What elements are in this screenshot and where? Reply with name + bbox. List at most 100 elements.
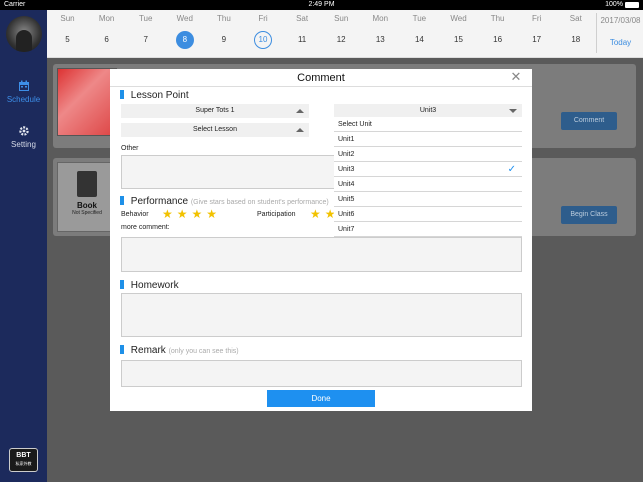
day-number: 14	[414, 35, 424, 44]
calendar-day[interactable]: Sat 18	[556, 10, 595, 49]
section-title: Homework	[130, 280, 179, 291]
calendar-day[interactable]: Tue 14	[400, 10, 439, 49]
logo-subtext: 私家外教	[15, 461, 32, 466]
day-of-week-label: Sat	[296, 14, 309, 23]
chevron-down-icon	[509, 109, 517, 113]
sidebar-item-label: Setting	[11, 140, 36, 149]
today-button[interactable]: Today	[598, 38, 643, 47]
begin-class-button[interactable]: Begin Class	[561, 206, 617, 224]
day-number: 16	[493, 35, 503, 44]
star-icon[interactable]: ★	[310, 208, 321, 220]
unit-option-label: Unit3	[338, 166, 355, 173]
calendar-divider	[596, 13, 597, 53]
clock-label: 2:49 PM	[308, 1, 335, 8]
lesson-select[interactable]: Select Lesson	[121, 123, 309, 137]
calendar-day[interactable]: Thu 16	[478, 10, 517, 49]
sidebar-item-schedule[interactable]: Schedule	[0, 80, 47, 104]
book-icon	[77, 171, 97, 197]
day-number: 15	[454, 35, 463, 44]
calendar-day[interactable]: Wed 15	[439, 10, 478, 49]
unit-dropdown-list: Select Unit Unit1 Unit2 Unit3 ✓ Unit4 Unit5 Uni…	[334, 117, 522, 237]
day-of-week-label: Sat	[569, 14, 582, 23]
sidebar: Schedule Setting BBT 私家外教	[0, 10, 47, 482]
unit-option[interactable]: Unit4	[334, 177, 522, 192]
remark-heading: Remark (only you can see this)	[120, 345, 239, 356]
calendar-day[interactable]: Tue 7	[126, 10, 165, 49]
unit-option-label: Unit6	[338, 211, 355, 218]
star-icon[interactable]: ★	[206, 208, 217, 220]
course-select[interactable]: Super Tots 1	[121, 104, 309, 118]
day-number: 6	[104, 35, 109, 44]
star-icon[interactable]: ★	[162, 208, 173, 220]
unit-option[interactable]: Select Unit	[334, 117, 522, 132]
more-comment-textarea[interactable]	[121, 237, 522, 272]
unit-option[interactable]: Unit1	[334, 132, 522, 147]
day-number: 12	[336, 35, 346, 44]
battery-icon	[625, 1, 639, 8]
homework-heading: Homework	[120, 280, 179, 291]
participation-label: Participation	[257, 211, 296, 218]
day-number: 13	[375, 35, 385, 44]
day-number: 17	[532, 35, 542, 44]
status-bar: Carrier 2:49 PM 100%	[0, 0, 643, 10]
day-number: 10	[254, 31, 272, 49]
behavior-label: Behavior	[121, 211, 149, 218]
current-date: 2017/03/08	[600, 16, 641, 25]
comment-button[interactable]: Comment	[561, 112, 617, 130]
calendar-day[interactable]: Thu 9	[204, 10, 243, 49]
day-of-week-label: Thu	[216, 14, 231, 23]
unit-select[interactable]: Unit3	[334, 104, 522, 118]
day-of-week-label: Mon	[98, 14, 115, 23]
calendar-day[interactable]: Sun 12	[322, 10, 361, 49]
more-comment-label: more comment:	[121, 224, 170, 231]
book-sub-label: Not Specified	[72, 210, 102, 216]
book-label: Book	[77, 201, 97, 210]
gear-icon	[18, 126, 29, 136]
calendar-day[interactable]: Sun 5	[48, 10, 87, 49]
homework-textarea[interactable]	[121, 293, 522, 337]
battery-percent: 100%	[605, 1, 623, 8]
calendar-day[interactable]: Fri 17	[517, 10, 556, 49]
behavior-rating[interactable]: ★ ★ ★ ★	[162, 208, 217, 220]
day-of-week-label: Thu	[490, 14, 505, 23]
chevron-up-icon	[296, 109, 304, 113]
performance-hint: (Give stars based on student's performan…	[190, 199, 329, 206]
section-title: Remark	[130, 345, 166, 356]
day-of-week-label: Tue	[412, 14, 427, 23]
unit-option[interactable]: Unit3 ✓	[334, 162, 522, 177]
week-calendar: Sun 5 Mon 6 Tue 7 Wed 8 Thu 9 Fri 10 Sat 11 Sun 12 Mon 13…	[47, 10, 643, 58]
chevron-up-icon	[296, 128, 304, 132]
lesson-point-heading: Lesson Point	[120, 90, 189, 101]
calendar-day[interactable]: Fri 10	[244, 10, 283, 49]
participation-rating[interactable]: ★ ★	[310, 208, 336, 220]
day-of-week-label: Sun	[60, 14, 75, 23]
day-of-week-label: Wed	[450, 14, 467, 23]
unit-option-label: Unit2	[338, 151, 355, 158]
book-cover-image	[57, 68, 117, 136]
unit-option[interactable]: Unit5	[334, 192, 522, 207]
avatar[interactable]	[6, 16, 42, 52]
unit-option-label: Select Unit	[338, 121, 372, 128]
calendar-day[interactable]: Sat 11	[283, 10, 322, 49]
section-title: Lesson Point	[130, 90, 189, 101]
unit-option-label: Unit5	[338, 196, 355, 203]
day-number: 5	[65, 35, 70, 44]
unit-option-label: Unit4	[338, 181, 355, 188]
star-icon[interactable]: ★	[177, 208, 188, 220]
calendar-day[interactable]: Wed 8	[165, 10, 204, 49]
unit-option[interactable]: Unit6	[334, 207, 522, 222]
day-number: 9	[221, 35, 227, 44]
calendar-day[interactable]: Mon 13	[361, 10, 400, 49]
logo-text: BBT	[16, 452, 31, 459]
remark-textarea[interactable]	[121, 360, 522, 387]
sidebar-item-setting[interactable]: Setting	[0, 125, 47, 149]
day-of-week-label: Tue	[138, 14, 153, 23]
checkmark-icon: ✓	[507, 164, 516, 175]
done-button[interactable]: Done	[267, 390, 375, 407]
unit-option[interactable]: Unit7	[334, 222, 522, 237]
star-icon[interactable]: ★	[192, 208, 203, 220]
close-icon[interactable]: ✕	[510, 70, 522, 83]
remark-hint: (only you can see this)	[168, 348, 239, 355]
calendar-day[interactable]: Mon 6	[87, 10, 126, 49]
unit-option[interactable]: Unit2	[334, 147, 522, 162]
